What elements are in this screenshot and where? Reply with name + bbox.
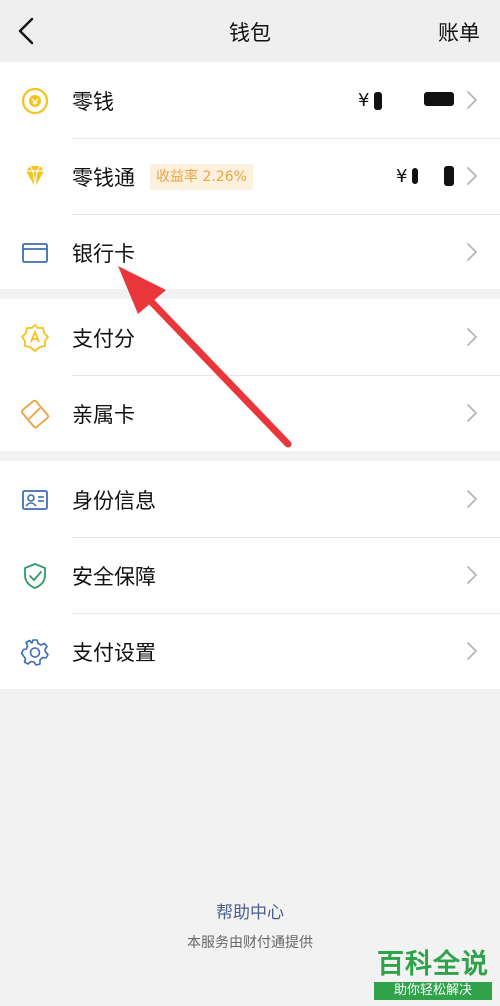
watermark-title: 百科全说 xyxy=(377,949,489,980)
annotation-arrow xyxy=(118,266,292,448)
watermark-subtitle: 助你轻松解决 xyxy=(374,982,492,1000)
watermark-logo: 百科全说 助你轻松解决 xyxy=(374,950,492,1000)
